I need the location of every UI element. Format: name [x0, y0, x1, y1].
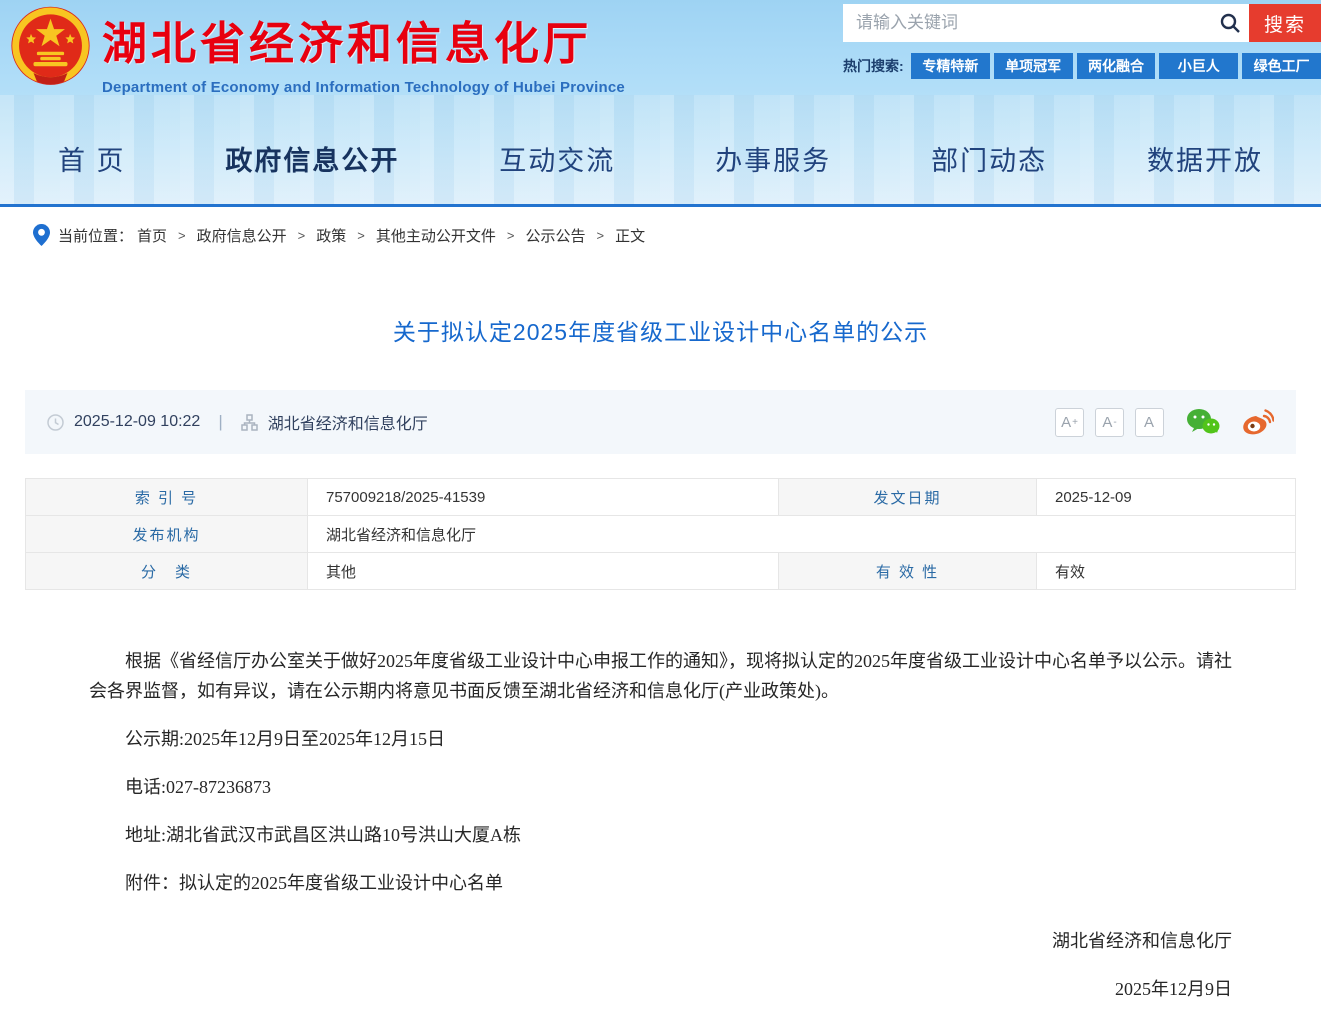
table-row: 索 引 号 757009218/2025-41539 发文日期 2025-12-…: [25, 478, 1296, 516]
nav-item-interaction[interactable]: 互动交流: [499, 139, 615, 178]
category-value: 其他: [307, 552, 779, 590]
meta-divider: |: [218, 412, 223, 431]
search-icon[interactable]: [1211, 11, 1249, 35]
index-number-label: 索 引 号: [25, 478, 308, 516]
hot-tag-zhuanjingtexin[interactable]: 专精特新: [911, 53, 990, 79]
breadcrumb-label: 当前位置：: [58, 227, 134, 245]
breadcrumb-separator: >: [178, 227, 186, 243]
document-info-table: 索 引 号 757009218/2025-41539 发文日期 2025-12-…: [25, 478, 1296, 590]
clock-icon: [47, 413, 64, 431]
nav-item-gov-info[interactable]: 政府信息公开: [225, 139, 399, 178]
breadcrumb-policy[interactable]: 政策: [316, 225, 346, 246]
breadcrumb: 当前位置： 首页 > 政府信息公开 > 政策 > 其他主动公开文件 > 公示公告…: [0, 207, 1321, 261]
breadcrumb-separator: >: [357, 227, 365, 243]
breadcrumb-separator: >: [596, 227, 605, 243]
weibo-share-icon[interactable]: [1242, 408, 1274, 436]
wechat-share-icon[interactable]: [1186, 408, 1220, 436]
issue-date-value: 2025-12-09: [1036, 478, 1296, 516]
publish-source: 湖北省经济和信息化厅: [267, 416, 428, 433]
breadcrumb-gov-info[interactable]: 政府信息公开: [197, 225, 287, 246]
font-size-reset-button[interactable]: A: [1135, 407, 1164, 437]
nav-item-home[interactable]: 首 页: [58, 139, 126, 178]
table-row: 分 类 其他 有 效 性 有效: [25, 552, 1296, 590]
contact-phone: 电话:027-87236873: [125, 777, 271, 797]
breadcrumb-other-open-docs[interactable]: 其他主动公开文件: [376, 225, 496, 246]
publisher-label: 发布机构: [25, 515, 308, 553]
nav-item-open-data[interactable]: 数据开放: [1147, 139, 1263, 178]
nav-item-department-news[interactable]: 部门动态: [931, 139, 1047, 178]
table-row: 发布机构 湖北省经济和信息化厅: [25, 515, 1296, 553]
source-org-icon: [241, 413, 258, 431]
contact-address: 地址:湖北省武汉市武昌区洪山路10号洪山大厦A栋: [125, 825, 521, 845]
hot-tag-danxiangguanjun[interactable]: 单项冠军: [993, 53, 1073, 79]
issue-date-label: 发文日期: [778, 478, 1037, 516]
breadcrumb-separator: >: [506, 227, 515, 243]
validity-value: 有效: [1036, 552, 1296, 590]
page-title: 关于拟认定2025年度省级工业设计中心名单的公示: [392, 319, 929, 345]
national-emblem-logo: [11, 6, 90, 85]
attachment-link[interactable]: 附件：拟认定的2025年度省级工业设计中心名单: [89, 868, 1232, 898]
signature-date: 2025年12月9日: [1115, 979, 1232, 999]
hot-tag-lianghuaronghe[interactable]: 两化融合: [1076, 53, 1156, 79]
hot-tag-xiaojuren[interactable]: 小巨人: [1159, 53, 1239, 79]
site-title: 湖北省经济和信息化厅: [102, 18, 593, 69]
article-paragraph: 根据《省经信厅办公室关于做好2025年度省级工业设计中心申报工作的通知》，现将拟…: [89, 651, 1232, 701]
publish-datetime: 2025-12-09 10:22: [74, 413, 201, 430]
signature-block: 湖北省经济和信息化厅 2025年12月9日: [89, 926, 1232, 1004]
location-pin-icon: [33, 224, 50, 246]
article-body: 根据《省经信厅办公室关于做好2025年度省级工业设计中心申报工作的通知》，现将拟…: [25, 646, 1296, 1034]
article-meta-bar: 2025-12-09 10:22 | 湖北省经济和信息化厅 A + A- A: [25, 390, 1296, 454]
publicity-period: 公示期:2025年12月9日至2025年12月15日: [125, 729, 445, 749]
category-label: 分 类: [25, 552, 308, 590]
nav-item-services[interactable]: 办事服务: [715, 139, 831, 178]
main-nav: 首 页 政府信息公开 互动交流 办事服务 部门动态 数据开放: [0, 95, 1321, 207]
article-content: 关于拟认定2025年度省级工业设计中心名单的公示 2025-12-09 10:2…: [25, 313, 1296, 1034]
publisher-value: 湖北省经济和信息化厅: [307, 515, 1296, 553]
breadcrumb-announcements[interactable]: 公示公告: [525, 225, 585, 246]
validity-label: 有 效 性: [778, 552, 1037, 590]
search-input[interactable]: [843, 13, 1211, 33]
breadcrumb-home[interactable]: 首页: [137, 225, 167, 246]
breadcrumb-current-article: 正文: [615, 227, 646, 245]
font-size-decrease-button[interactable]: A-: [1095, 407, 1124, 437]
site-header: 湖北省经济和信息化厅 Department of Economy and Inf…: [0, 0, 1321, 96]
hot-tag-lvsegongchang[interactable]: 绿色工厂: [1242, 53, 1321, 79]
index-number-value: 757009218/2025-41539: [307, 478, 779, 516]
site-subtitle: Department of Economy and Information Te…: [102, 79, 625, 96]
font-size-increase-button[interactable]: A +: [1055, 407, 1084, 437]
signature-org: 湖北省经济和信息化厅: [1052, 931, 1232, 951]
hot-search-label: 热门搜索:: [843, 58, 904, 74]
search-button[interactable]: 搜索: [1249, 4, 1321, 42]
breadcrumb-separator: >: [297, 227, 306, 243]
search-area: 搜索 热门搜索: 专精特新 单项冠军 两化融合 小巨人 绿色工厂: [843, 4, 1321, 79]
